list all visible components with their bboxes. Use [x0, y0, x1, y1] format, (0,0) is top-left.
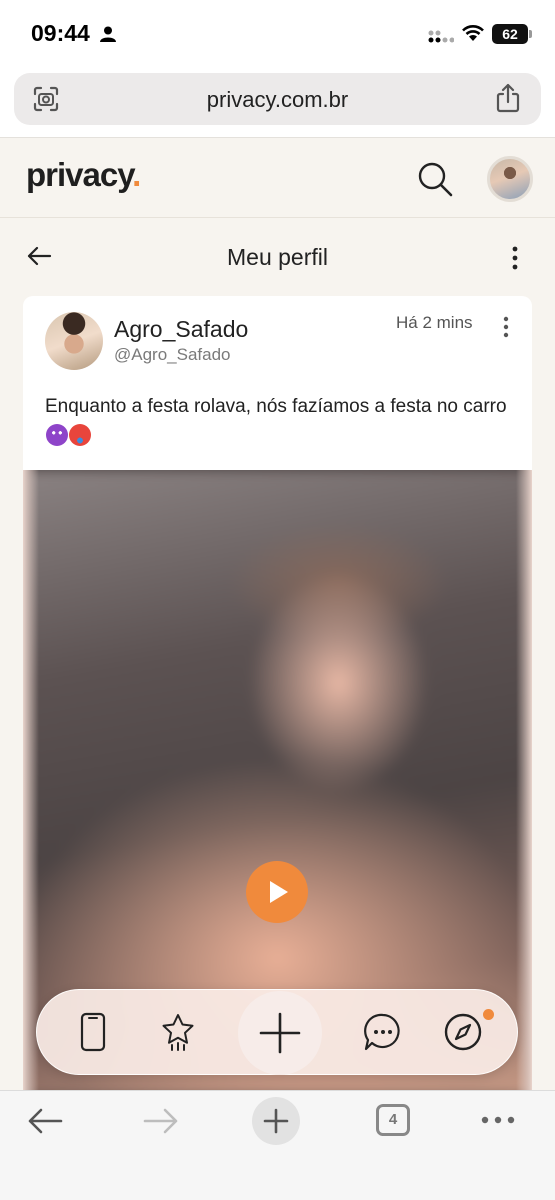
play-button[interactable] [246, 861, 308, 923]
profile-bar: Meu perfil [0, 219, 555, 295]
browser-bottom-bar: 4 [0, 1090, 555, 1200]
page-title: Meu perfil [227, 244, 328, 270]
create-post-button[interactable] [238, 991, 322, 1075]
more-options-icon[interactable] [506, 245, 524, 271]
post-author-avatar[interactable] [45, 312, 103, 370]
new-tab-button[interactable] [252, 1097, 300, 1145]
signal-icon [428, 30, 454, 43]
bottom-dock [36, 989, 518, 1075]
user-avatar[interactable] [487, 156, 533, 202]
share-icon[interactable] [495, 83, 521, 113]
battery-nub [529, 30, 532, 38]
logo-dot: . [132, 156, 141, 193]
chat-icon[interactable] [363, 1012, 403, 1052]
post-author-handle[interactable]: @Agro_Safado [114, 345, 231, 365]
devil-emoji-icon [46, 424, 68, 446]
status-bar: 09:44 62 [0, 0, 555, 64]
back-arrow-icon[interactable] [27, 1107, 63, 1135]
logo-text: privacy [26, 156, 133, 193]
post-card: Agro_Safado @Agro_Safado Há 2 mins Enqua… [23, 296, 532, 1096]
star-feed-icon[interactable] [158, 1012, 198, 1052]
address-bar[interactable]: privacy.com.br [14, 73, 541, 125]
more-icon[interactable] [481, 1115, 515, 1125]
post-caption: Enquanto a festa rolava, nós fazíamos a … [45, 392, 515, 452]
compass-icon[interactable] [443, 1012, 483, 1052]
notification-dot [483, 1009, 494, 1020]
video-edge-right [516, 470, 532, 1096]
post-timestamp: Há 2 mins [396, 313, 473, 332]
status-time: 09:44 [31, 20, 90, 46]
url-text: privacy.com.br [206, 87, 349, 112]
privacy-logo[interactable]: privacy. [26, 156, 141, 194]
forward-arrow-icon[interactable] [143, 1107, 179, 1135]
wifi-icon [462, 25, 484, 41]
hot-face-emoji-icon [69, 424, 91, 446]
site-header: privacy. [0, 138, 555, 218]
play-icon [270, 881, 288, 903]
tabs-icon[interactable]: 4 [376, 1104, 410, 1136]
post-caption-text: Enquanto a festa rolava, nós fazíamos a … [45, 396, 507, 417]
video-edge-left [23, 470, 39, 1096]
battery-indicator: 62 [492, 24, 528, 44]
phone-icon[interactable] [73, 1012, 113, 1052]
browser-top-bar: privacy.com.br [0, 64, 555, 138]
person-icon [100, 26, 116, 42]
new-tab-icon [263, 1108, 289, 1134]
post-options-icon[interactable] [499, 316, 513, 338]
search-icon[interactable] [416, 160, 454, 198]
plus-icon [259, 1012, 301, 1054]
post-author-name[interactable]: Agro_Safado [114, 316, 248, 343]
